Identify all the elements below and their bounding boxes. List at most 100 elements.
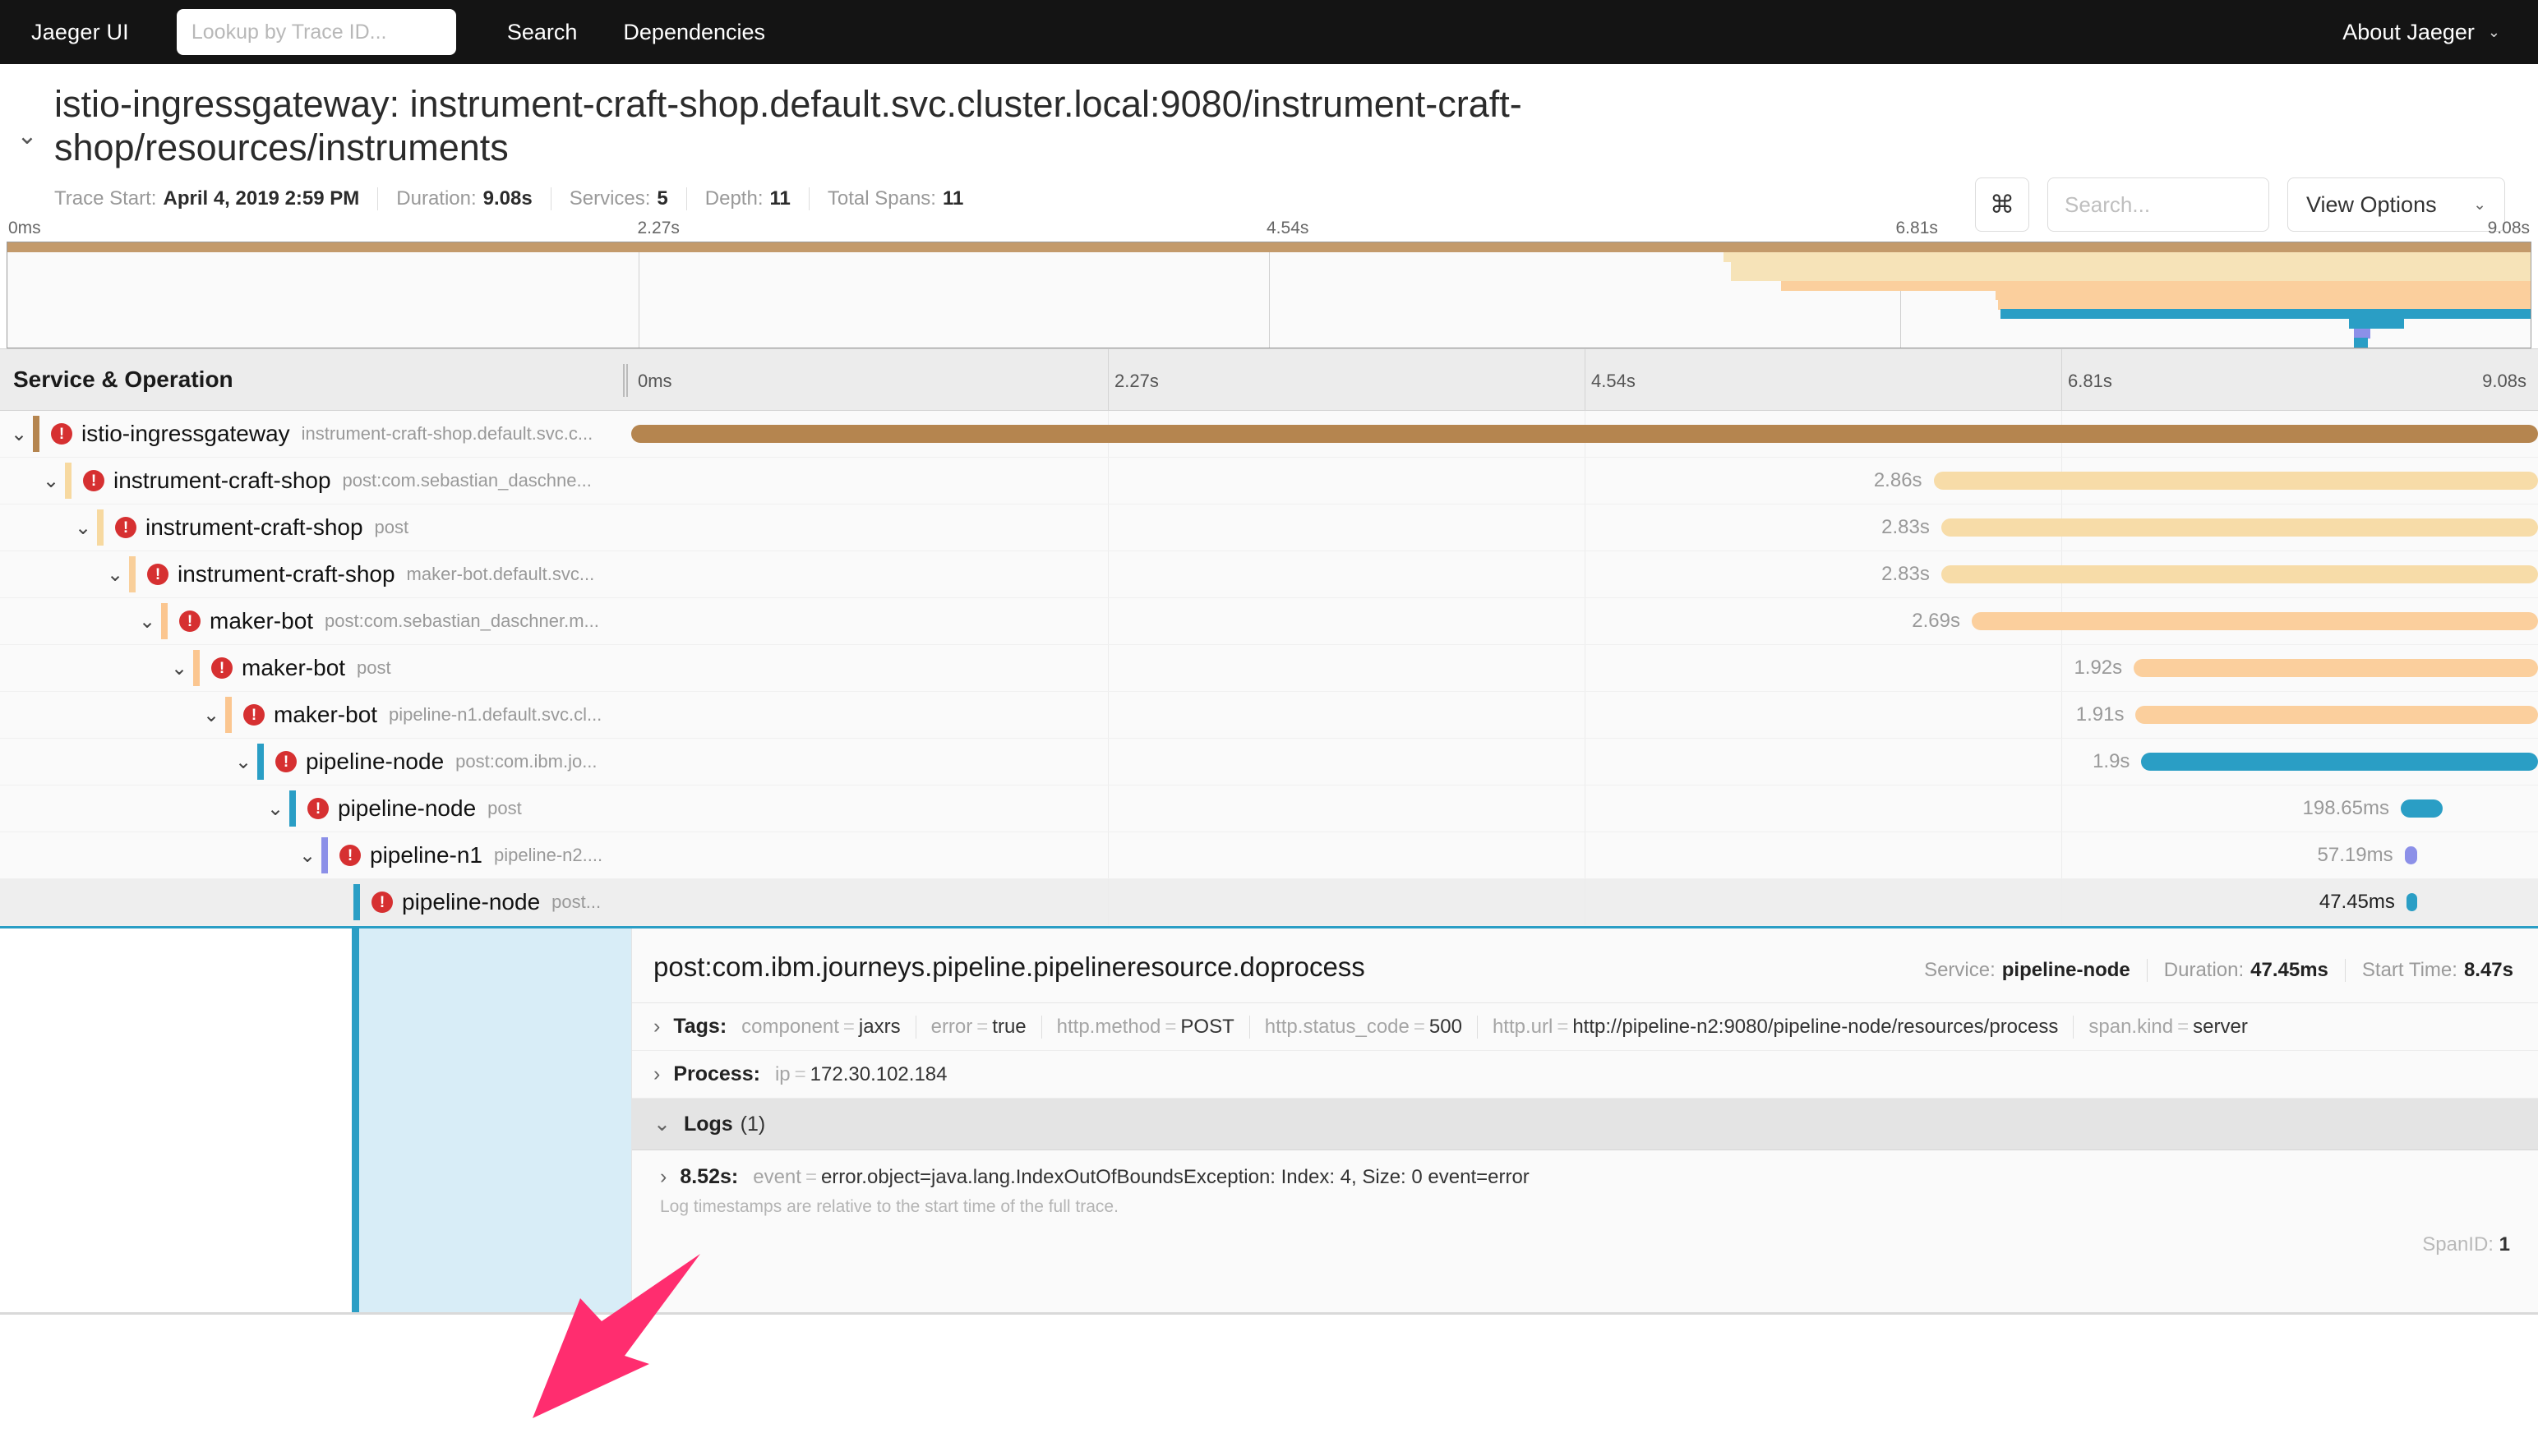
detail-duration-value: 47.45ms bbox=[2250, 959, 2328, 981]
span-row-label-cell[interactable]: !pipeline-nodepost... bbox=[0, 879, 631, 925]
span-duration-bar[interactable] bbox=[1941, 518, 2538, 537]
span-duration-bar[interactable] bbox=[2141, 753, 2538, 771]
span-row-label-cell[interactable]: ⌄!maker-botpost bbox=[0, 645, 631, 691]
detail-duration-group: Duration:47.45ms bbox=[2164, 959, 2328, 982]
span-process-row[interactable]: › Process: ip=172.30.102.184 bbox=[632, 1051, 2538, 1099]
error-icon: ! bbox=[51, 423, 72, 445]
span-row[interactable]: ⌄!instrument-craft-shopmaker-bot.default… bbox=[0, 551, 2538, 598]
span-duration-bar[interactable] bbox=[2405, 846, 2417, 864]
span-duration-bar[interactable] bbox=[1972, 612, 2538, 630]
chevron-down-icon[interactable]: ⌄ bbox=[197, 703, 225, 727]
span-row-label-cell[interactable]: ⌄!instrument-craft-shoppost bbox=[0, 505, 631, 551]
meta-value: 11 bbox=[770, 187, 791, 210]
span-row-label-cell[interactable]: ⌄!pipeline-n1pipeline-n2.... bbox=[0, 832, 631, 878]
minimap-canvas[interactable] bbox=[7, 242, 2531, 348]
chevron-down-icon[interactable]: ⌄ bbox=[229, 750, 257, 774]
log-field: event=error.object=java.lang.IndexOutOfB… bbox=[753, 1166, 1530, 1189]
log-field-equals: = bbox=[805, 1166, 817, 1189]
span-row-label-cell[interactable]: ⌄!maker-botpost:com.sebastian_daschner.m… bbox=[0, 598, 631, 644]
chevron-down-icon[interactable]: ⌄ bbox=[261, 797, 289, 821]
span-row[interactable]: ⌄!pipeline-n1pipeline-n2....57.19ms bbox=[0, 832, 2538, 879]
tag-value: http://pipeline-n2:9080/pipeline-node/re… bbox=[1572, 1016, 2058, 1039]
span-row-gridline bbox=[1108, 645, 1109, 691]
span-row-label-cell[interactable]: ⌄!pipeline-nodepost bbox=[0, 786, 631, 832]
chevron-right-icon[interactable]: › bbox=[660, 1165, 667, 1189]
span-row[interactable]: ⌄!pipeline-nodepost198.65ms bbox=[0, 786, 2538, 832]
tag-equals: = bbox=[1557, 1016, 1568, 1039]
span-row-label-cell[interactable]: ⌄!pipeline-nodepost:com.ibm.jo... bbox=[0, 739, 631, 785]
span-row-bar-cell[interactable]: 198.65ms bbox=[631, 786, 2538, 832]
span-row[interactable]: ⌄!istio-ingressgatewayinstrument-craft-s… bbox=[0, 411, 2538, 458]
span-duration-bar[interactable] bbox=[2406, 893, 2417, 911]
about-jaeger-label: About Jaeger bbox=[2342, 20, 2475, 45]
span-row-label-cell[interactable]: ⌄!instrument-craft-shoppost:com.sebastia… bbox=[0, 458, 631, 504]
span-duration-bar[interactable] bbox=[2401, 799, 2443, 818]
span-duration-bar[interactable] bbox=[1941, 565, 2538, 583]
chevron-down-icon[interactable]: ⌄ bbox=[5, 422, 33, 446]
span-rows-container: ⌄! istio-ingressgateway instrument-craft-s… bbox=[0, 411, 2538, 926]
span-row[interactable]: ⌄!instrument-craft-shoppost:com.sebastia… bbox=[0, 458, 2538, 505]
chevron-right-icon[interactable]: › bbox=[653, 1015, 660, 1039]
span-service-name: instrument-craft-shop bbox=[178, 561, 395, 587]
chevron-down-icon[interactable]: ⌄ bbox=[101, 563, 129, 587]
detail-service-label: Service: bbox=[1924, 959, 1996, 981]
log-entry[interactable]: ›8.52s:event=error.object=java.lang.Inde… bbox=[632, 1150, 2538, 1197]
trace-minimap[interactable]: 0ms2.27s4.54s6.81s9.08s bbox=[0, 214, 2538, 348]
chevron-down-icon[interactable]: ⌄ bbox=[293, 844, 321, 868]
span-row-bar-cell[interactable]: 47.45ms bbox=[631, 879, 2538, 925]
tag-value: 172.30.102.184 bbox=[810, 1063, 948, 1086]
logs-section-header[interactable]: ⌄ Logs (1) bbox=[632, 1099, 2538, 1150]
span-row-bar-cell[interactable]: 2.86s bbox=[631, 458, 2538, 504]
about-jaeger-menu[interactable]: About Jaeger ⌄ bbox=[2342, 0, 2500, 64]
chevron-down-icon[interactable]: ⌄ bbox=[69, 516, 97, 540]
tag-value: 500 bbox=[1429, 1016, 1462, 1039]
span-operation-name: post bbox=[357, 657, 391, 679]
span-row-bar-cell[interactable]: 2.83s bbox=[631, 505, 2538, 551]
span-row-bar-cell[interactable]: 1.92s bbox=[631, 645, 2538, 691]
span-row[interactable]: ⌄!maker-botpost:com.sebastian_daschner.m… bbox=[0, 598, 2538, 645]
span-duration-bar[interactable] bbox=[2134, 659, 2538, 677]
column-resize-handle[interactable] bbox=[623, 364, 628, 397]
logs-relative-note: Log timestamps are relative to the start… bbox=[632, 1197, 2538, 1217]
span-id-display: SpanID: 1 bbox=[2422, 1233, 2510, 1256]
chevron-down-icon[interactable]: ⌄ bbox=[165, 657, 193, 680]
span-service-name: istio-ingressgateway bbox=[81, 421, 290, 447]
span-operation-name: maker-bot.default.svc... bbox=[407, 564, 595, 585]
minimap-span-bar bbox=[1731, 261, 2531, 271]
span-row-label-cell[interactable]: ⌄!istio-ingressgatewayinstrument-craft-s… bbox=[0, 411, 631, 457]
span-row-gridline bbox=[1108, 551, 1109, 597]
nav-link-dependencies[interactable]: Dependencies bbox=[623, 20, 765, 45]
minimap-span-bar bbox=[1996, 290, 2531, 300]
nav-link-search[interactable]: Search bbox=[507, 20, 578, 45]
span-row[interactable]: ⌄!pipeline-nodepost:com.ibm.jo...1.9s bbox=[0, 739, 2538, 786]
span-row[interactable]: ⌄!maker-botpost1.92s bbox=[0, 645, 2538, 692]
trace-id-lookup-input[interactable] bbox=[192, 21, 441, 44]
tag-equals: = bbox=[843, 1016, 855, 1039]
span-row-label-cell[interactable]: ⌄!instrument-craft-shopmaker-bot.default… bbox=[0, 551, 631, 597]
span-duration-bar[interactable] bbox=[2135, 706, 2538, 724]
jaeger-ui-brand[interactable]: Jaeger UI bbox=[31, 20, 129, 45]
span-detail-fill bbox=[359, 928, 631, 1312]
trace-id-lookup-field[interactable] bbox=[177, 9, 456, 55]
span-row[interactable]: ⌄!maker-botpipeline-n1.default.svc.cl...… bbox=[0, 692, 2538, 739]
chevron-down-icon[interactable]: ⌄ bbox=[37, 469, 65, 493]
collapse-trace-header-button[interactable]: ⌄ bbox=[0, 82, 54, 150]
span-row-bar-cell[interactable]: 2.69s bbox=[631, 598, 2538, 644]
span-tags-row[interactable]: › Tags: component=jaxrserror=truehttp.me… bbox=[632, 1003, 2538, 1051]
span-row-bar-cell[interactable]: 2.83s bbox=[631, 551, 2538, 597]
minimap-tick: 4.54s bbox=[1267, 219, 1308, 238]
chevron-right-icon[interactable]: › bbox=[653, 1062, 660, 1086]
span-row[interactable]: ⌄!instrument-craft-shoppost2.83s bbox=[0, 505, 2538, 551]
timeline-column-header: Service & Operation 0ms2.27s4.54s6.81s9.… bbox=[0, 348, 2538, 411]
tag-value: POST bbox=[1180, 1016, 1234, 1039]
span-row-bar-cell[interactable]: 1.91s bbox=[631, 692, 2538, 738]
chevron-down-icon[interactable]: ⌄ bbox=[133, 610, 161, 634]
span-duration-bar[interactable] bbox=[1934, 472, 2538, 490]
span-row-bar-cell[interactable] bbox=[631, 411, 2538, 457]
span-row-bar-cell[interactable]: 1.9s bbox=[631, 739, 2538, 785]
span-row[interactable]: !pipeline-nodepost...47.45ms bbox=[0, 879, 2538, 926]
span-row-label-cell[interactable]: ⌄!maker-botpipeline-n1.default.svc.cl... bbox=[0, 692, 631, 738]
chevron-down-icon[interactable]: ⌄ bbox=[653, 1112, 671, 1136]
span-row-bar-cell[interactable]: 57.19ms bbox=[631, 832, 2538, 878]
span-duration-bar[interactable] bbox=[631, 425, 2538, 443]
